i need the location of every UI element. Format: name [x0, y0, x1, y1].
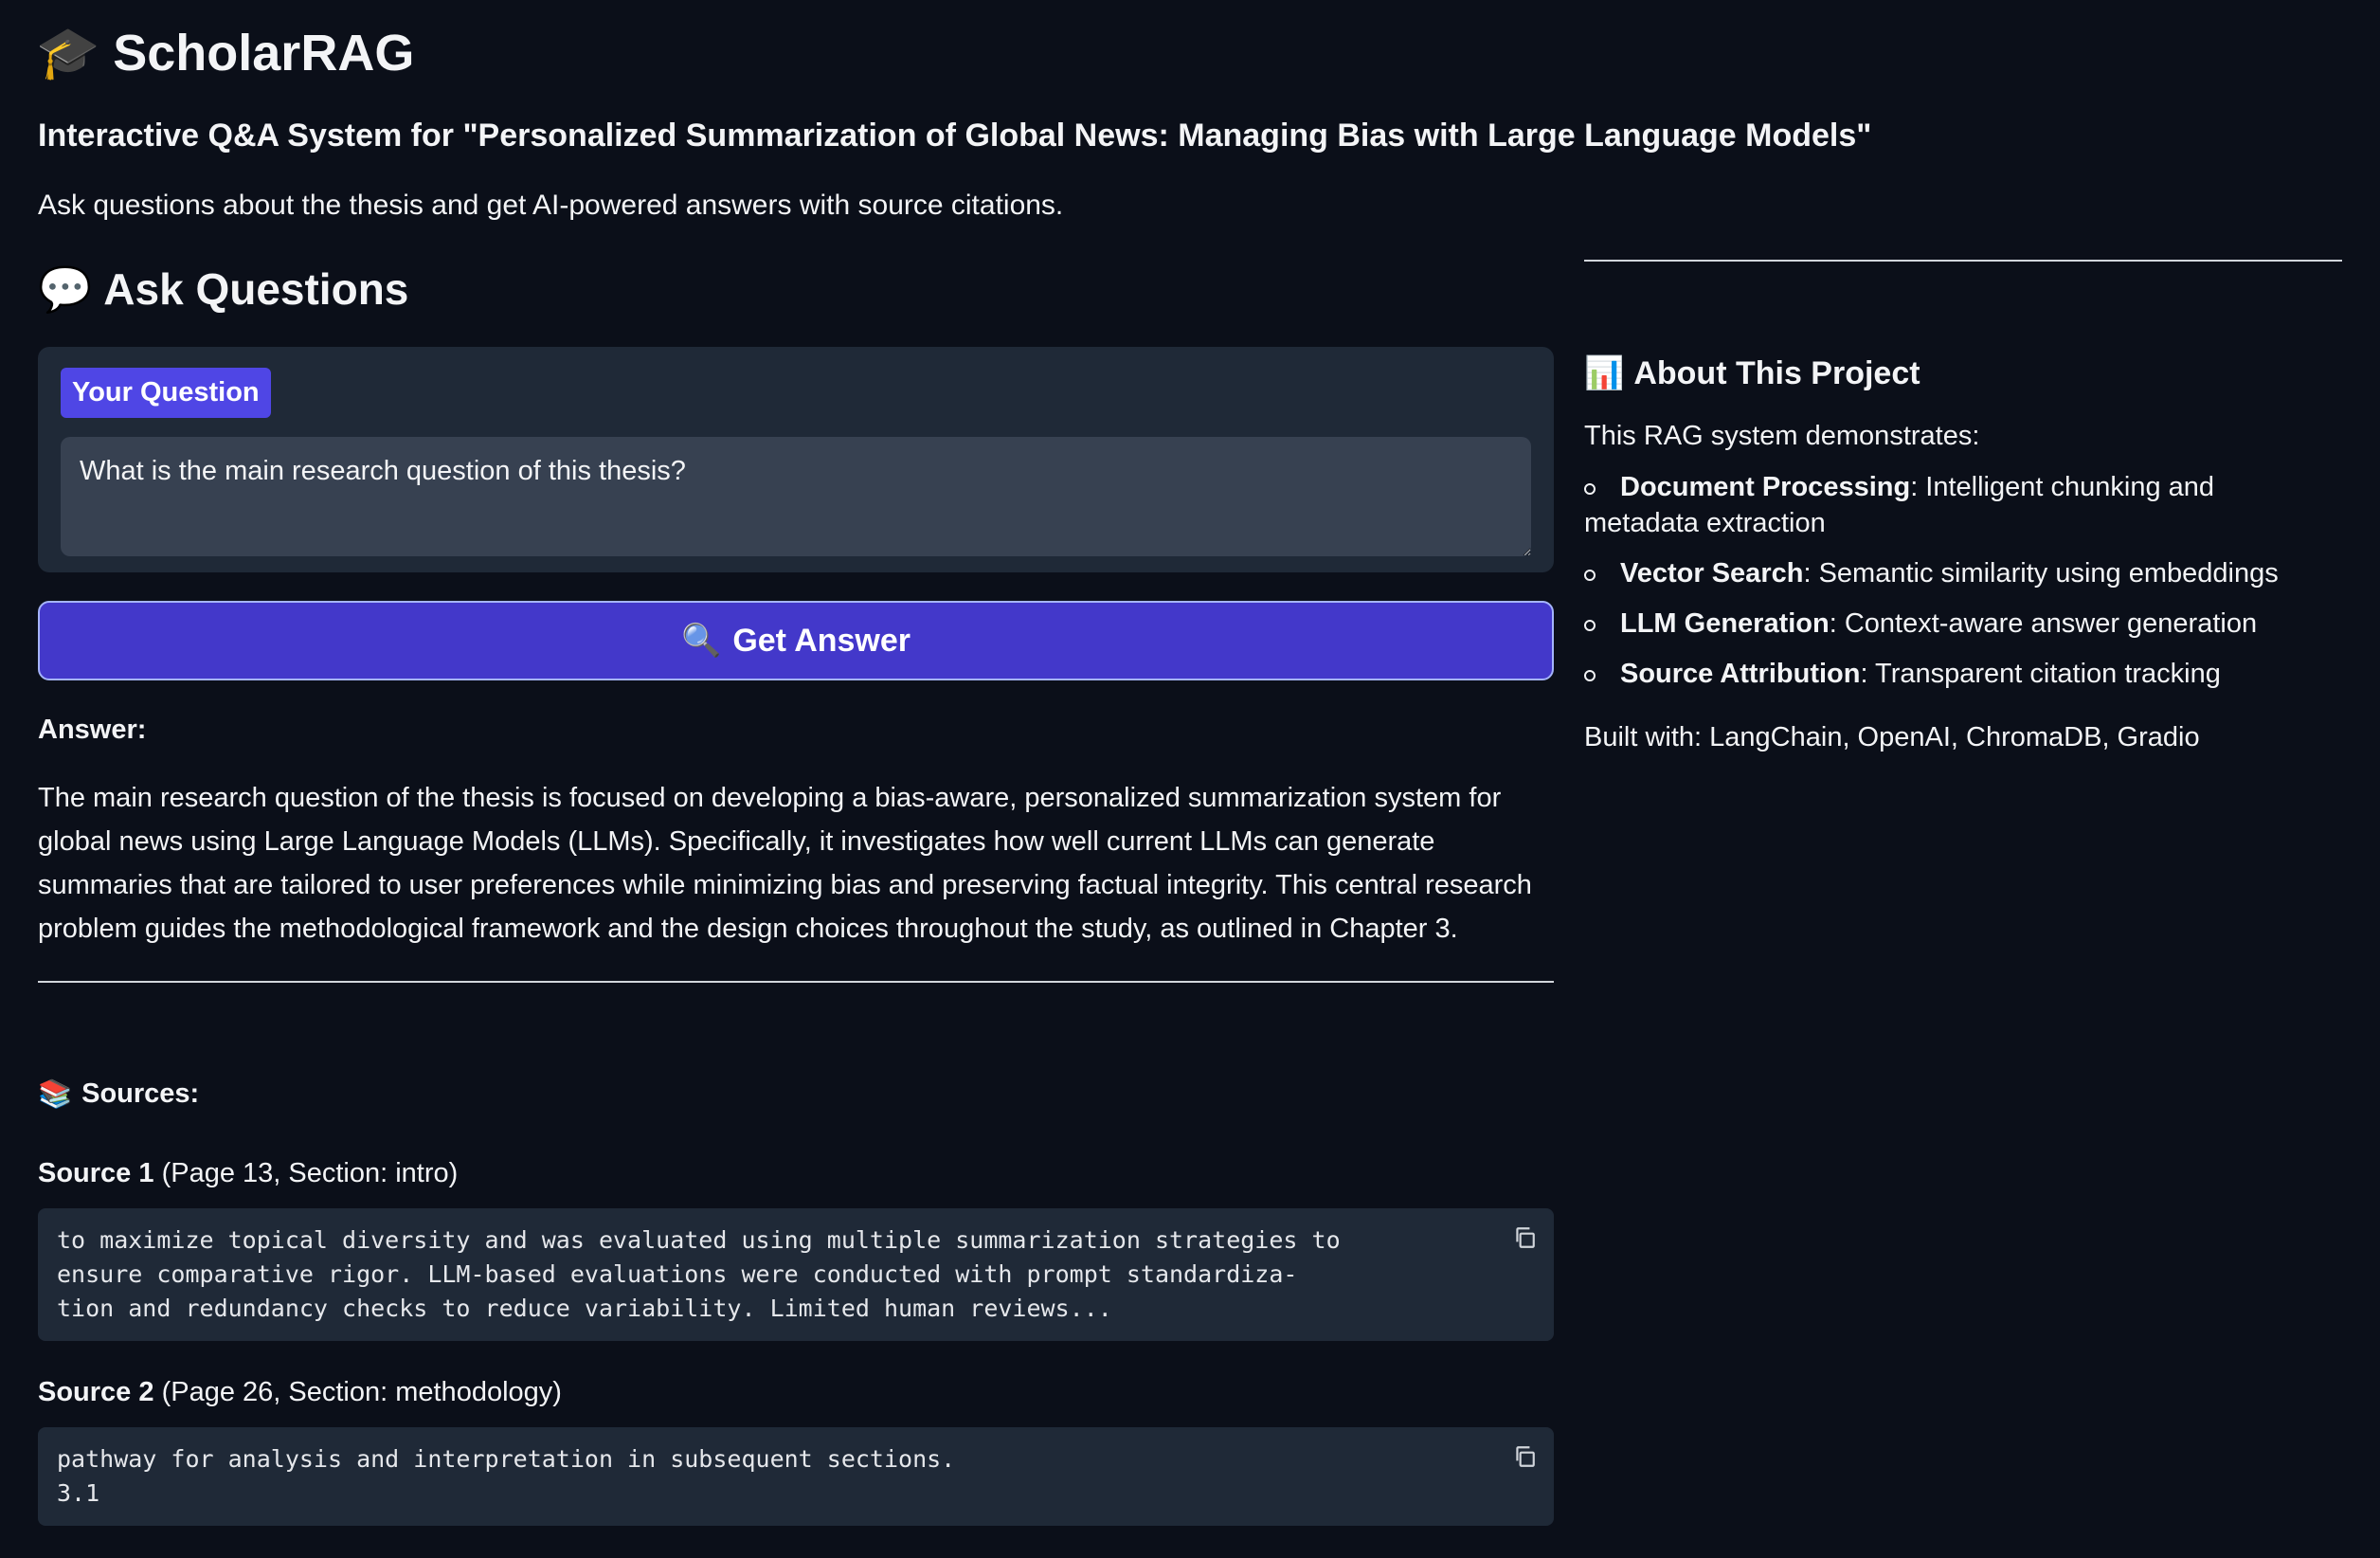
bullet-icon — [1584, 670, 1596, 681]
about-heading: 📊 About This Project — [1584, 354, 2342, 392]
feature-desc-continued: metadata extraction — [1584, 508, 1826, 538]
feature-name: Source Attribution — [1620, 659, 1861, 689]
answer-divider — [38, 981, 1554, 983]
ask-heading-text: Ask Questions — [103, 264, 409, 314]
bar-chart-icon: 📊 — [1584, 354, 1625, 392]
magnifier-icon: 🔍 — [680, 622, 722, 660]
sources-heading: 📚 Sources: — [38, 1078, 1554, 1111]
app-root: 🎓 ScholarRAG Interactive Q&A System for … — [0, 0, 2380, 1558]
feature-name: Vector Search — [1620, 558, 1804, 589]
feature-name: Document Processing — [1620, 472, 1911, 502]
get-answer-button[interactable]: 🔍 Get Answer — [38, 601, 1554, 680]
question-label: Your Question — [61, 368, 271, 418]
feature-name: LLM Generation — [1620, 608, 1830, 639]
graduation-cap-icon: 🎓 — [36, 23, 100, 82]
source-excerpt: to maximize topical diversity and was ev… — [38, 1208, 1554, 1341]
copy-icon[interactable] — [1512, 1444, 1537, 1469]
ask-panel: 💬 Ask Questions Your Question 🔍 Get Answ… — [38, 258, 1554, 1526]
source-excerpt-text: pathway for analysis and interpretation … — [57, 1445, 956, 1507]
about-heading-text: About This Project — [1633, 354, 1920, 391]
list-item: Document Processing: Intelligent chunkin… — [1584, 469, 2342, 541]
app-intro: Ask questions about the thesis and get A… — [38, 190, 1064, 221]
app-title-text: ScholarRAG — [113, 25, 415, 82]
app-title: 🎓 ScholarRAG — [36, 23, 414, 83]
source-excerpt: pathway for analysis and interpretation … — [38, 1427, 1554, 1526]
answer-text: The main research question of the thesis… — [38, 783, 1532, 944]
source-meta: (Page 13, Section: intro) — [161, 1158, 459, 1188]
speech-bubble-icon: 💬 — [38, 263, 93, 315]
bullet-icon — [1584, 570, 1596, 581]
question-input[interactable] — [61, 437, 1531, 556]
answer-label: Answer: — [38, 715, 147, 745]
source-title: Source 1 (Page 13, Section: intro) — [38, 1158, 1554, 1189]
feature-desc: : Semantic similarity using embeddings — [1803, 558, 2279, 589]
ask-heading: 💬 Ask Questions — [38, 258, 1554, 320]
about-panel: 📊 About This Project This RAG system dem… — [1584, 260, 2342, 753]
about-divider — [1584, 260, 2342, 262]
app-subtitle: Interactive Q&A System for "Personalized… — [38, 118, 1872, 154]
bullet-icon — [1584, 483, 1596, 495]
list-item: LLM Generation: Context-aware answer gen… — [1584, 606, 2342, 642]
bullet-icon — [1584, 620, 1596, 631]
sources-heading-text: Sources: — [81, 1078, 200, 1109]
feature-desc: : Transparent citation tracking — [1860, 659, 2221, 689]
source-excerpt-text: to maximize topical diversity and was ev… — [57, 1226, 1341, 1322]
built-with: Built with: LangChain, OpenAI, ChromaDB,… — [1584, 722, 2200, 752]
copy-icon[interactable] — [1512, 1225, 1537, 1250]
get-answer-label: Get Answer — [732, 622, 911, 659]
source-title: Source 2 (Page 26, Section: methodology) — [38, 1377, 1554, 1408]
feature-desc: : Intelligent chunking and — [1910, 472, 2215, 502]
about-intro: This RAG system demonstrates: — [1584, 421, 1980, 451]
books-icon: 📚 — [38, 1078, 73, 1110]
source-meta: (Page 26, Section: methodology) — [161, 1377, 562, 1407]
list-item: Vector Search: Semantic similarity using… — [1584, 555, 2342, 591]
question-block: Your Question — [38, 347, 1554, 572]
feature-list: Document Processing: Intelligent chunkin… — [1584, 469, 2342, 692]
feature-desc: : Context-aware answer generation — [1829, 608, 2258, 639]
list-item: Source Attribution: Transparent citation… — [1584, 656, 2342, 692]
source-label: Source 2 — [38, 1377, 154, 1407]
source-label: Source 1 — [38, 1158, 154, 1188]
